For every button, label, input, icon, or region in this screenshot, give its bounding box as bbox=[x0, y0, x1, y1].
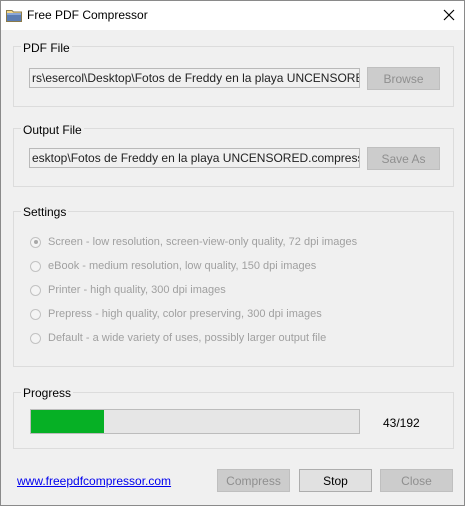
folder-icon bbox=[6, 10, 22, 22]
output-file-path-input[interactable]: esktop\Fotos de Freddy en la playa UNCEN… bbox=[29, 148, 360, 168]
close-icon[interactable] bbox=[438, 5, 460, 25]
radio-option-prepress[interactable]: Prepress - high quality, color preservin… bbox=[30, 306, 322, 322]
radio-button-printer[interactable] bbox=[30, 284, 41, 296]
radio-label-printer: Printer - high quality, 300 dpi images bbox=[48, 284, 226, 296]
window-title: Free PDF Compressor bbox=[27, 8, 148, 22]
progress-bar bbox=[30, 409, 360, 434]
progress-bar-fill bbox=[31, 410, 105, 433]
browse-button[interactable]: Browse bbox=[367, 67, 440, 90]
radio-label-screen: Screen - low resolution, screen-view-onl… bbox=[48, 236, 358, 248]
stop-button[interactable]: Stop bbox=[299, 469, 372, 492]
progress-count: 43/192 bbox=[383, 416, 420, 430]
close-button[interactable]: Close bbox=[380, 469, 453, 492]
title-bar: Free PDF Compressor bbox=[1, 1, 464, 30]
radio-option-printer[interactable]: Printer - high quality, 300 dpi images bbox=[30, 282, 226, 298]
compress-button[interactable]: Compress bbox=[217, 469, 290, 492]
radio-option-screen[interactable]: Screen - low resolution, screen-view-onl… bbox=[30, 234, 357, 250]
radio-button-default[interactable] bbox=[30, 332, 41, 344]
radio-button-ebook[interactable] bbox=[30, 260, 41, 272]
settings-label: Settings bbox=[21, 205, 69, 219]
progress-label: Progress bbox=[21, 386, 74, 400]
radio-label-ebook: eBook - medium resolution, low quality, … bbox=[48, 260, 317, 272]
radio-option-default[interactable]: Default - a wide variety of uses, possib… bbox=[30, 330, 326, 346]
output-file-label: Output File bbox=[21, 123, 84, 137]
save-as-button[interactable]: Save As bbox=[367, 147, 440, 170]
pdf-file-path-input[interactable]: rs\esercol\Desktop\Fotos de Freddy en la… bbox=[29, 68, 360, 88]
radio-button-prepress[interactable] bbox=[30, 308, 41, 320]
website-link[interactable]: www.freepdfcompressor.com bbox=[17, 474, 171, 488]
radio-button-screen[interactable] bbox=[30, 236, 41, 248]
pdf-file-label: PDF File bbox=[21, 41, 72, 55]
radio-option-ebook[interactable]: eBook - medium resolution, low quality, … bbox=[30, 258, 316, 274]
app-window: Free PDF Compressor PDF File rs\esercol\… bbox=[0, 0, 465, 506]
radio-label-default: Default - a wide variety of uses, possib… bbox=[48, 332, 327, 344]
radio-label-prepress: Prepress - high quality, color preservin… bbox=[48, 308, 322, 320]
